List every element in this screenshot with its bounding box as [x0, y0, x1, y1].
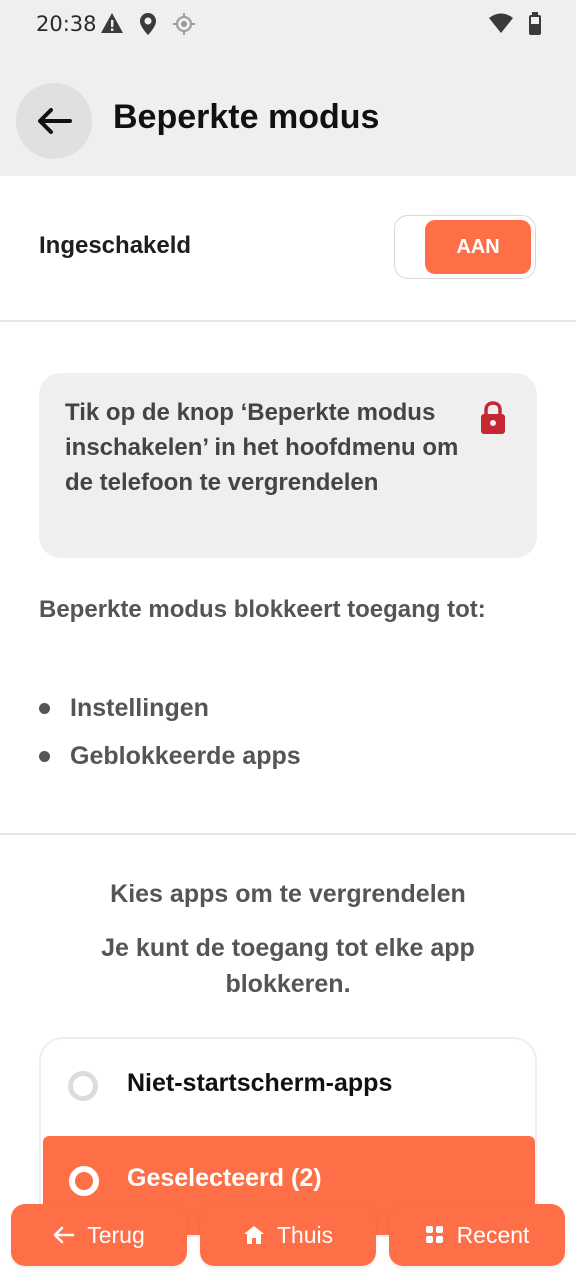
nav-back-button[interactable]: Terug [11, 1204, 187, 1266]
option-non-home-apps[interactable]: Niet-startscherm-apps [41, 1039, 535, 1129]
nav-recent-button[interactable]: Recent [389, 1204, 565, 1266]
option-label: Niet-startscherm-apps [127, 1069, 393, 1097]
divider [0, 833, 576, 835]
restricted-mode-toggle[interactable]: AAN [394, 215, 536, 279]
page-title: Beperkte modus [113, 98, 380, 136]
choose-subtitle: Je kunt de toegang tot elke app blokkere… [101, 934, 475, 998]
arrow-left-icon [38, 108, 72, 134]
lock-icon [481, 401, 505, 434]
nav-home-label: Thuis [276, 1221, 334, 1248]
wifi-icon [489, 13, 513, 33]
list-item-label: Geblokkeerde apps [70, 741, 301, 770]
status-icons-right [488, 12, 542, 36]
nav-recent-label: Recent [456, 1221, 530, 1248]
list-item-label: Instellingen [70, 693, 209, 722]
gps-icon [173, 13, 195, 35]
home-icon [243, 1226, 264, 1244]
location-pin-icon [140, 13, 156, 35]
divider [0, 320, 576, 322]
radio-button[interactable] [68, 1071, 98, 1101]
blocks-heading: Beperkte modus blokkeert toegang tot: [39, 596, 486, 623]
bullet-icon [39, 750, 50, 762]
status-icons-left [100, 12, 196, 36]
nav-back-label: Terug [87, 1221, 145, 1248]
arrow-left-icon [53, 1226, 75, 1244]
enabled-row: Ingeschakeld AAN [0, 176, 576, 320]
bottom-nav: Terug Thuis Recent [0, 1194, 576, 1280]
blocks-list: Instellingen Geblokkeerde apps [39, 684, 539, 780]
app-header: Beperkte modus [0, 50, 576, 176]
radio-button[interactable] [69, 1166, 99, 1196]
warning-icon [101, 13, 123, 33]
info-card: Tik op de knop ‘Beperkte modus inschakel… [39, 373, 537, 558]
bullet-icon [39, 702, 50, 714]
status-bar: 20:38 [0, 0, 576, 50]
choose-title: Kies apps om te vergrendelen [110, 880, 466, 908]
list-item: Instellingen [39, 684, 539, 732]
list-item: Geblokkeerde apps [39, 732, 539, 780]
apps-grid-icon [425, 1226, 443, 1243]
nav-home-button[interactable]: Thuis [200, 1204, 376, 1266]
status-time: 20:38 [36, 12, 97, 36]
option-label: Geselecteerd (2) [127, 1164, 322, 1192]
info-text: Tik op de knop ‘Beperkte modus inschakel… [65, 399, 459, 496]
enabled-label: Ingeschakeld [39, 232, 192, 259]
battery-icon [529, 12, 541, 35]
back-button[interactable] [16, 83, 92, 159]
toggle-state-label: AAN [425, 220, 531, 274]
